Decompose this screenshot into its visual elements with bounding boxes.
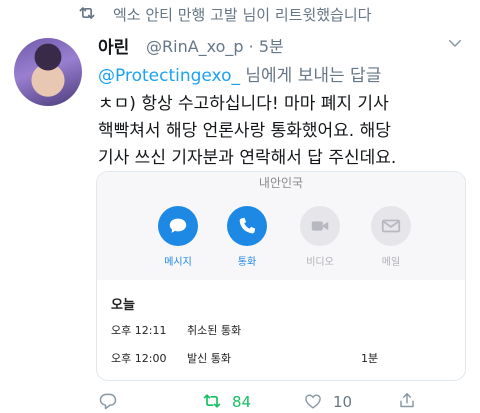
video-action: 비디오	[290, 206, 350, 268]
call-log-type: 취소된 통화	[187, 324, 242, 337]
card-header-text: 내안인국	[258, 176, 304, 190]
tweet-body-line: 기사 쓰신 기자분과 연락해서 답 주신데요.	[98, 148, 397, 168]
author-handle-and-time[interactable]: @RinA_xo_p · 5분	[146, 33, 284, 57]
avatar[interactable]	[14, 38, 82, 106]
chevron-down-icon[interactable]	[446, 34, 464, 52]
video-icon	[300, 206, 340, 246]
call-label: 통화	[237, 257, 257, 268]
mail-label: 메일	[381, 257, 401, 268]
video-label: 비디오	[306, 257, 334, 268]
call-log-type: 발신 통화	[187, 352, 231, 365]
call-log-title: 오늘	[111, 298, 135, 313]
author-name[interactable]: 아린	[98, 33, 129, 58]
call-log-row: 오후 12:00 발신 통화 1분	[111, 350, 451, 366]
like-count: 10	[333, 393, 353, 411]
heart-icon[interactable]	[303, 392, 323, 411]
message-icon	[158, 206, 198, 246]
reply-suffix: 님에게 보내는 답글	[240, 66, 382, 86]
tweet-body-line: ㅊㅁ) 항상 수고하십니다! 마마 폐지 기사	[98, 94, 389, 114]
call-log-duration: 1분	[361, 352, 379, 365]
media-card[interactable]: 내안인국 메시지 통화 비디오 메일 오늘 오후 12:11 취소된 통화 오후…	[96, 171, 466, 381]
phone-icon	[227, 206, 267, 246]
mail-action: 메일	[361, 206, 421, 268]
reply-mention-link[interactable]: @Protectingexo_	[98, 66, 240, 86]
retweet-count: 84	[232, 393, 252, 411]
retweet-context-text[interactable]: 엑소 안티 만행 고발 님이 리트윗했습니다	[113, 4, 371, 25]
reply-icon[interactable]	[98, 391, 118, 411]
share-icon[interactable]	[398, 390, 416, 411]
message-action: 메시지	[148, 206, 208, 268]
mail-icon	[371, 206, 411, 246]
reply-to-line: @Protectingexo_ 님에게 보내는 답글	[98, 61, 381, 86]
call-log-row: 오후 12:11 취소된 통화	[111, 322, 451, 338]
retweet-context-icon	[79, 7, 95, 19]
call-action: 통화	[217, 206, 277, 268]
message-label: 메시지	[164, 257, 192, 268]
retweet-icon[interactable]	[201, 391, 223, 411]
call-log-time: 오후 12:11	[111, 324, 167, 337]
tweet-body-line: 핵빡쳐서 해당 언론사랑 통화했어요. 해당	[98, 121, 391, 141]
call-log-time: 오후 12:00	[111, 352, 167, 365]
